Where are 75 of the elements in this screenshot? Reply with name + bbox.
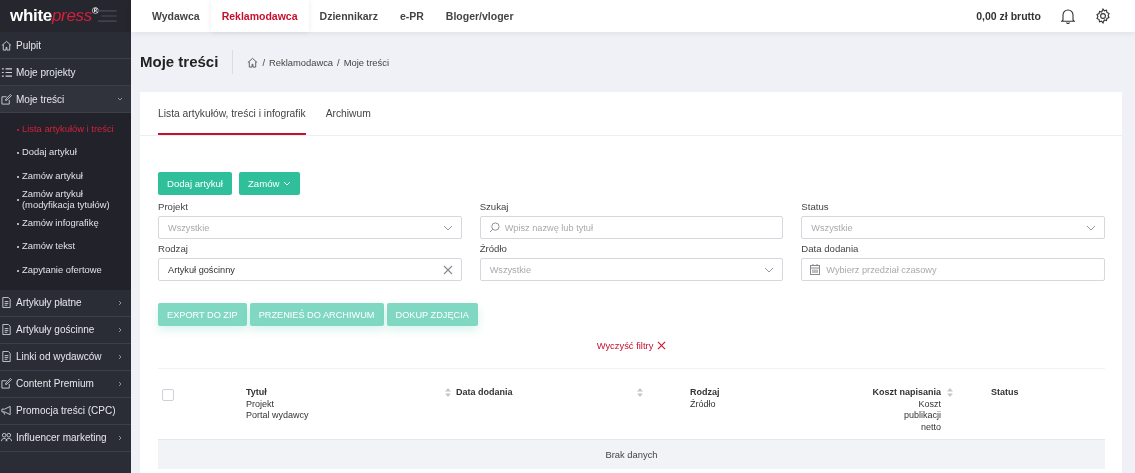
page-title: Moje treści — [140, 50, 234, 74]
edit-icon — [1, 378, 12, 389]
home-icon — [1, 39, 12, 51]
empty-table-message: Brak danych — [158, 440, 1105, 469]
chevron-right-icon — [117, 380, 123, 387]
settings-icon[interactable] — [1095, 8, 1111, 24]
column-header[interactable]: Koszt napisania Koszt publikacji netto — [872, 387, 941, 433]
menu-icon[interactable] — [98, 9, 117, 23]
select-field[interactable]: Wszystkie — [158, 216, 462, 239]
breadcrumb-item[interactable]: Reklamodawca — [269, 56, 334, 68]
people-icon — [1, 432, 12, 443]
sidebar-subitem[interactable]: Zamów artykuł (modyfikacja tytułów) — [0, 187, 131, 211]
sidebar-item[interactable]: Artykuły gościnne — [0, 316, 131, 344]
select-field[interactable]: Wszystkie — [801, 216, 1105, 239]
chevron-down-icon — [764, 266, 775, 273]
column-header[interactable]: Data dodania — [456, 387, 513, 399]
field-label: Szukaj — [479, 201, 510, 212]
chevron-down-icon — [442, 224, 453, 231]
sidebar-subitem[interactable]: Dodaj artykuł — [0, 140, 131, 164]
column-header[interactable]: Tytuł Projekt Portal wydawcy — [246, 387, 309, 422]
breadcrumb-separator: / — [337, 56, 340, 68]
field-label: Data dodania — [801, 243, 860, 254]
chevron-down-icon — [1086, 224, 1096, 231]
sidebar-subitem[interactable]: Zamów artykuł — [0, 164, 131, 188]
sidebar-subitem[interactable]: Zamów infografikę — [0, 211, 131, 235]
caret-icon — [283, 181, 292, 186]
sidebar-item[interactable]: Moje treści — [0, 86, 131, 113]
chevron-right-icon — [117, 299, 123, 306]
clear-filters-link[interactable]: Wyczyść filtry — [596, 340, 667, 351]
column-header[interactable]: Status — [991, 387, 1019, 399]
document-icon — [1, 351, 12, 362]
tab[interactable]: Lista artykułów, treści i infografik — [158, 92, 306, 135]
chevron-down-icon — [117, 96, 123, 102]
search-field[interactable]: Wpisz nazwę lub tytuł — [479, 216, 784, 239]
sidebar-subitem[interactable]: Zapytanie ofertowe — [0, 258, 131, 282]
sidebar-item[interactable]: Influencer marketing — [0, 424, 131, 452]
sidebar-item[interactable]: Artykuły płatne — [0, 289, 131, 317]
sidebar-item[interactable]: Promocja treści (CPC) — [0, 397, 131, 425]
date-field[interactable]: Wybierz przedział czasowy — [801, 258, 1105, 281]
clear-icon[interactable] — [442, 264, 453, 275]
chevron-right-icon — [117, 353, 123, 360]
edit-icon — [1, 93, 12, 105]
sort-icon[interactable] — [445, 388, 451, 397]
close-icon — [657, 341, 667, 350]
sidebar-item[interactable]: Pulpit — [0, 32, 131, 59]
nav-tab[interactable]: Reklamodawca — [210, 0, 309, 32]
select-field[interactable]: Wszystkie — [479, 258, 784, 281]
document-icon — [1, 324, 12, 335]
select-all-checkbox[interactable] — [162, 389, 174, 401]
column-header[interactable]: Rodzaj Źródło — [690, 387, 720, 410]
field-label: Źródło — [479, 243, 508, 254]
bell-icon[interactable] — [1061, 8, 1075, 24]
breadcrumb-separator: / — [262, 56, 265, 68]
sort-icon[interactable] — [947, 388, 953, 397]
document-icon — [1, 297, 12, 308]
nav-tab[interactable]: Bloger/vloger — [434, 0, 525, 32]
megaphone-icon — [1, 405, 12, 416]
account-balance: 0,00 zł brutto — [976, 10, 1041, 22]
nav-tab[interactable]: e-PR — [388, 0, 435, 32]
field-label: Rodzaj — [158, 243, 189, 254]
chevron-right-icon — [117, 326, 123, 333]
sidebar-item[interactable]: Content Premium — [0, 370, 131, 398]
nav-tab[interactable]: Dziennikarz — [308, 0, 389, 32]
breadcrumb-item: Moje treści — [343, 56, 389, 68]
sidebar-subitem[interactable]: Zamów tekst — [0, 234, 131, 258]
tab[interactable]: Archiwum — [325, 92, 371, 135]
field-label: Projekt — [158, 201, 189, 212]
nav-tab[interactable]: Wydawca — [141, 0, 211, 32]
field-label: Status — [801, 201, 830, 212]
sort-icon[interactable] — [637, 388, 643, 397]
chevron-right-icon — [117, 434, 123, 441]
home-icon[interactable] — [247, 56, 259, 68]
list-icon — [1, 66, 12, 78]
sidebar-item[interactable]: Linki od wydawców — [0, 343, 131, 371]
select-field[interactable]: Artykuł gościnny — [158, 258, 462, 281]
